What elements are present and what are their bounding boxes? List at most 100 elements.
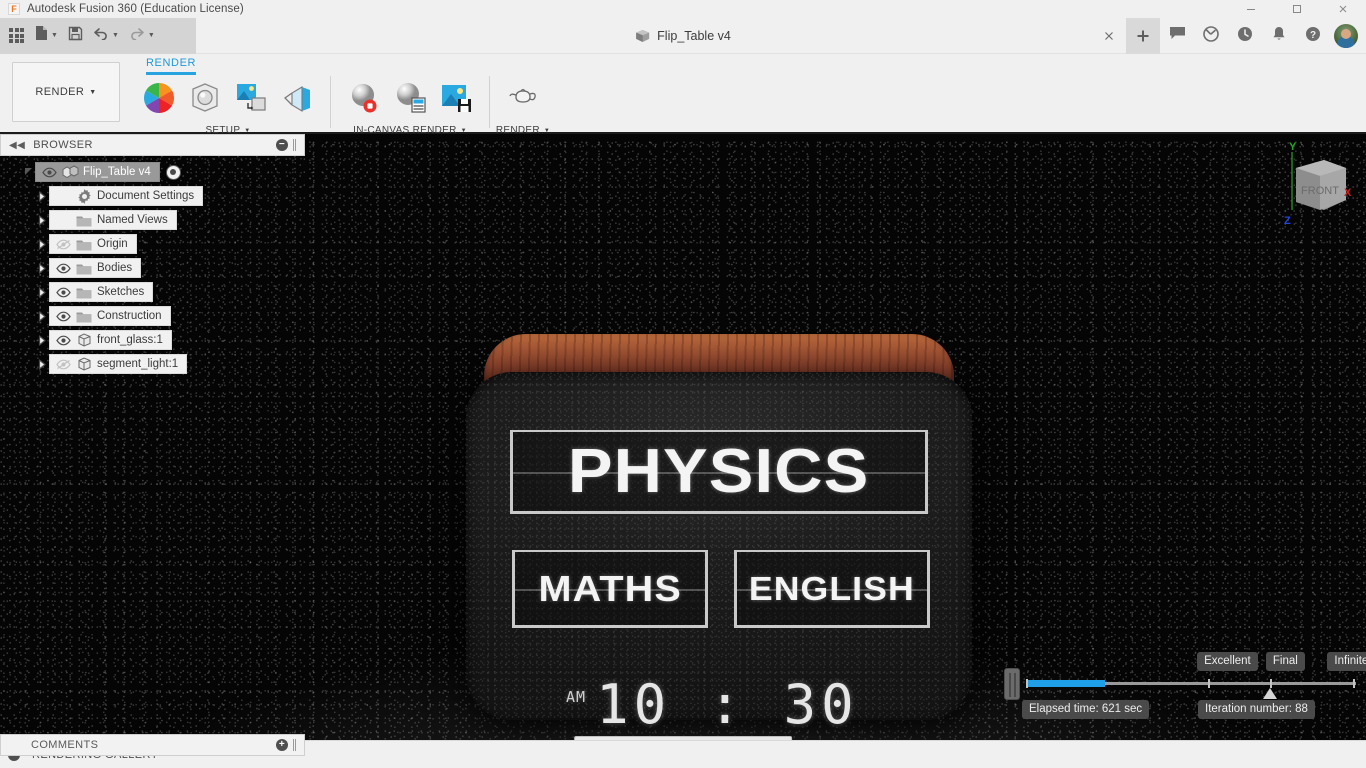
maximize-button[interactable] [1274, 0, 1320, 18]
slider-thumb[interactable] [1263, 688, 1278, 699]
clock-time: 10 : 30 [596, 673, 859, 736]
visibility-eye-icon[interactable] [52, 359, 74, 370]
browser-node-chip[interactable]: Origin [49, 234, 137, 254]
undo-button[interactable]: ▼ [89, 22, 123, 50]
slider-tick-excellent [1207, 679, 1210, 688]
browser-node[interactable]: segment_light:1 [0, 353, 305, 375]
quality-slider[interactable] [1026, 679, 1356, 699]
view-cube[interactable]: FRONT Y X Z [1276, 138, 1358, 232]
window-controls [1228, 0, 1366, 18]
comments-button[interactable] [1160, 18, 1194, 54]
tab-render[interactable]: RENDER [140, 55, 202, 75]
browser-node-chip[interactable]: Sketches [49, 282, 154, 302]
recent-button[interactable] [1228, 18, 1262, 54]
expand-arrow-icon[interactable] [36, 209, 49, 231]
slider-tick-start [1026, 679, 1028, 688]
visibility-eye-icon[interactable] [52, 287, 74, 298]
browser-node[interactable]: front_glass:1 [0, 329, 305, 351]
browser-node-chip[interactable]: Bodies [49, 258, 142, 278]
scene-settings-button[interactable] [184, 76, 226, 120]
browser-node[interactable]: Origin [0, 233, 305, 255]
decal-icon [280, 81, 314, 115]
browser-node[interactable]: Document Settings [0, 185, 305, 207]
quality-mark-final[interactable]: Final [1265, 652, 1305, 671]
quality-mark-infinite[interactable]: Infinite [1327, 652, 1366, 671]
window-titlebar: F Autodesk Fusion 360 (Education License… [0, 0, 1366, 18]
browser-node[interactable]: Bodies [0, 257, 305, 279]
capture-image-button[interactable] [435, 76, 477, 120]
chevron-down-icon: ▼ [543, 127, 551, 134]
chevron-down-icon: ▼ [147, 32, 155, 39]
panel-resize-grip[interactable] [293, 139, 300, 151]
workspace-switcher[interactable]: RENDER ▼ [12, 62, 120, 122]
new-document-button[interactable]: ▼ [30, 22, 62, 50]
browser-node[interactable]: Named Views [0, 209, 305, 231]
close-button[interactable] [1320, 0, 1366, 18]
texture-map-controls-button[interactable] [230, 76, 272, 120]
folder-icon [74, 214, 94, 227]
comments-add-button[interactable]: + [276, 739, 288, 751]
visibility-eye-icon[interactable] [38, 167, 60, 178]
svg-text:X: X [1344, 187, 1352, 199]
browser-node-chip[interactable]: Named Views [49, 210, 177, 230]
scene-settings-icon [188, 81, 222, 115]
browser-node-chip[interactable]: segment_light:1 [49, 354, 188, 374]
expand-arrow-icon[interactable] [36, 353, 49, 375]
folder-icon [74, 310, 94, 323]
decal-button[interactable] [276, 76, 318, 120]
minimize-button[interactable] [1228, 0, 1274, 18]
notifications-button[interactable] [1262, 18, 1296, 54]
tab-active-underline [146, 72, 197, 75]
browser-node-label: Sketches [97, 286, 145, 298]
visibility-eye-icon[interactable] [52, 335, 74, 346]
redo-button[interactable]: ▼ [125, 22, 159, 50]
svg-text:?: ? [1310, 30, 1316, 41]
visibility-eye-icon[interactable] [52, 239, 74, 250]
quality-mark-excellent[interactable]: Excellent [1197, 652, 1258, 671]
visibility-eye-icon[interactable] [52, 263, 74, 274]
browser-minimize-button[interactable]: − [276, 139, 288, 151]
activate-component-icon[interactable] [165, 164, 181, 180]
svg-text:Z: Z [1284, 215, 1291, 227]
viewport-canvas[interactable]: PHYSICS MATHS ENGLISH AM 10 : 30 ◀◀ BROW… [0, 134, 1366, 766]
iteration-number-badge: Iteration number: 88 [1198, 700, 1315, 719]
hud-drag-handle[interactable] [1004, 668, 1020, 700]
expand-arrow-icon[interactable] [36, 305, 49, 327]
new-tab-button[interactable] [1126, 18, 1160, 54]
redo-icon [129, 26, 145, 45]
panel-in-canvas-render: IN-CANVAS RENDER ▼ [335, 76, 485, 136]
browser-node[interactable]: Flip_Table v4 [0, 161, 305, 183]
expand-arrow-icon[interactable] [36, 257, 49, 279]
folder-icon [74, 286, 94, 299]
expand-arrow-icon[interactable] [36, 281, 49, 303]
gear-icon [74, 188, 94, 204]
job-status-icon [1203, 25, 1219, 47]
job-status-button[interactable] [1194, 18, 1228, 54]
expand-arrow-icon[interactable] [36, 329, 49, 351]
browser-node-chip[interactable]: Document Settings [49, 186, 204, 206]
close-tab-button[interactable] [1092, 18, 1126, 54]
render-button[interactable] [502, 76, 544, 120]
browser-node-chip[interactable]: Flip_Table v4 [35, 162, 160, 182]
app-grid-button[interactable] [5, 22, 28, 50]
save-button[interactable] [64, 22, 87, 50]
expand-arrow-icon[interactable] [36, 185, 49, 207]
comments-resize-grip[interactable] [293, 739, 300, 751]
avatar[interactable] [1334, 24, 1358, 48]
visibility-eye-icon[interactable] [52, 311, 74, 322]
document-tab[interactable]: Flip_Table v4 [635, 18, 731, 54]
browser-node-chip[interactable]: front_glass:1 [49, 330, 172, 350]
appearance-button[interactable] [138, 76, 180, 120]
capture-image-save-icon [439, 81, 473, 115]
expand-arrow-icon[interactable] [22, 161, 35, 183]
in-canvas-render-settings-button[interactable] [389, 76, 431, 120]
expand-arrow-icon[interactable] [36, 233, 49, 255]
rendered-model: PHYSICS MATHS ENGLISH AM 10 : 30 [466, 334, 972, 732]
collapse-left-icon[interactable]: ◀◀ [9, 140, 25, 151]
browser-node-label: Named Views [97, 214, 168, 226]
browser-node[interactable]: Sketches [0, 281, 305, 303]
in-canvas-render-button[interactable] [343, 76, 385, 120]
browser-node-chip[interactable]: Construction [49, 306, 171, 326]
browser-node[interactable]: Construction [0, 305, 305, 327]
help-button[interactable]: ? [1296, 18, 1330, 54]
